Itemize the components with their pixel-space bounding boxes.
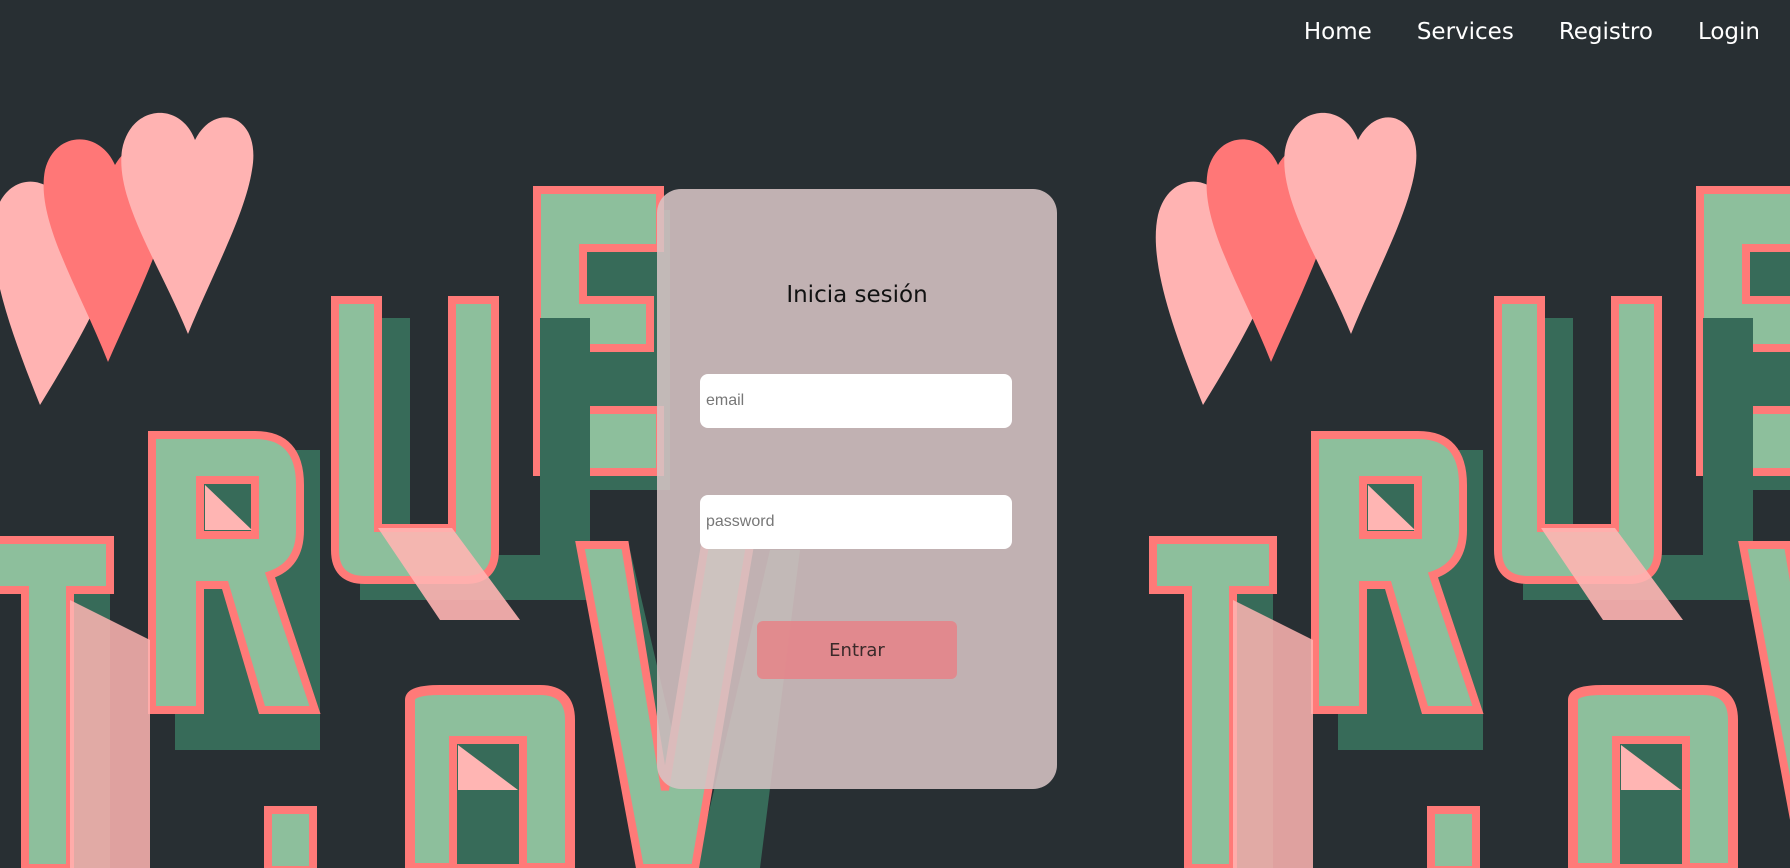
letter-r bbox=[1311, 431, 1484, 750]
letter-t bbox=[1149, 536, 1313, 868]
letter-o bbox=[405, 685, 575, 868]
letter-u bbox=[331, 296, 590, 620]
letter-u bbox=[1494, 296, 1753, 620]
letter-l bbox=[1427, 806, 1480, 868]
letter-r bbox=[148, 431, 321, 750]
letter-v bbox=[1738, 541, 1790, 820]
nav-link-services[interactable]: Services bbox=[1417, 19, 1514, 45]
letter-l bbox=[264, 806, 317, 868]
top-navbar: Home Services Registro Login bbox=[1259, 0, 1790, 64]
heart-icon bbox=[121, 112, 254, 335]
letter-o bbox=[1568, 685, 1738, 868]
nav-link-login[interactable]: Login bbox=[1698, 19, 1760, 45]
nav-link-registro[interactable]: Registro bbox=[1559, 19, 1653, 45]
heart-icon bbox=[1284, 112, 1417, 335]
entrar-button[interactable]: Entrar bbox=[757, 621, 957, 679]
login-title: Inicia sesión bbox=[786, 282, 928, 308]
email-field[interactable] bbox=[700, 374, 1012, 428]
page: Home Services Registro Login Inicia sesi… bbox=[0, 0, 1790, 868]
nav-link-home[interactable]: Home bbox=[1304, 19, 1372, 45]
letter-t bbox=[0, 536, 150, 868]
password-field[interactable] bbox=[700, 495, 1012, 549]
login-card: Inicia sesión Entrar bbox=[657, 189, 1057, 789]
right-art-group bbox=[1149, 112, 1790, 868]
